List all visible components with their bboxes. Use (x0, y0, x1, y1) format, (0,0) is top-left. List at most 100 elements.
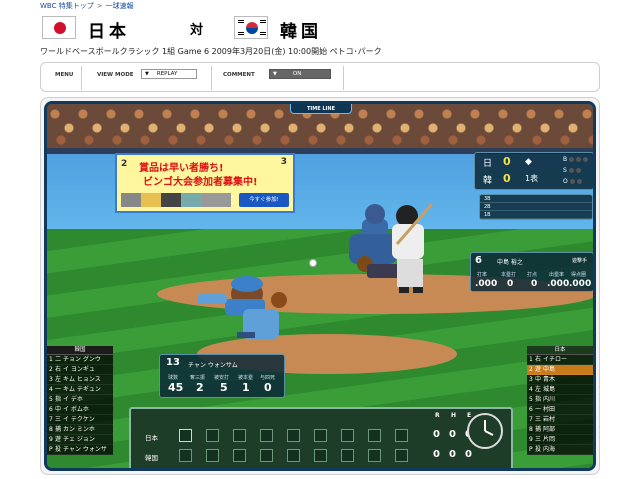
pitcher-stat-value: 2 (196, 381, 204, 394)
lineup-row: 3 左キム ヒョンス (47, 375, 113, 385)
lineup-name: イ ヨンギュ (63, 366, 95, 373)
breadcrumb-current: 一球速報 (105, 2, 134, 10)
lineup-name: カン ミンホ (63, 426, 95, 433)
batter-stat-value: .000 (475, 279, 498, 289)
pitcher-stat-label: 与四死 (260, 375, 276, 381)
away-team-name: 韓国 (280, 22, 322, 42)
inning-cell (341, 449, 354, 462)
lineup-row: 7三イ テクケン (47, 415, 113, 425)
japan-lineup-title: 日本 (527, 346, 593, 355)
japan-flag-icon (42, 16, 76, 39)
pitcher-stat-value: 5 (220, 381, 228, 394)
lineup-name: 内川 (543, 396, 556, 403)
inning-cell (341, 429, 354, 442)
lineup-row: 2 遊中島 (527, 365, 593, 375)
lineup-pos: 一 (535, 406, 542, 413)
lineup-name: 片岡 (543, 436, 556, 443)
breadcrumb: WBC 特集トップ > 一球速報 (40, 1, 134, 11)
home-runs-total: 0 (433, 429, 440, 440)
lineup-row: 8 捕阿部 (527, 425, 593, 435)
batter-position: 遊撃手 (571, 258, 587, 264)
lineup-name: イ デホ (63, 396, 83, 403)
lineup-name: 内海 (543, 446, 556, 453)
control-bar: MENU VIEW MODE ▼ REPLAY COMMENT ▼ ON (40, 62, 600, 92)
scoreboard-col-label: R (435, 412, 440, 419)
lineup-pos: 三 (535, 416, 542, 423)
lineup-row: 4 左城島 (527, 385, 593, 395)
lineup-name: チャン ウォンサ (63, 446, 107, 453)
batter-stat-value: .000 (547, 279, 570, 289)
lineup-name: 岩村 (543, 416, 556, 423)
scoreboard-col-label: H (451, 412, 457, 419)
inning-cell (314, 449, 327, 462)
pitcher-stat-label: 被安打 (214, 375, 230, 381)
away-hits-total: 0 (449, 449, 456, 460)
view-mode-label: VIEW MODE (97, 72, 134, 78)
batter-stat-label: 出塁率 (549, 272, 565, 278)
lineup-name: 村田 (543, 406, 556, 413)
lineup-name: 城島 (543, 386, 556, 393)
menu-button[interactable]: MENU (55, 72, 73, 78)
pitcher-name: チャン ウォンサム (188, 362, 238, 369)
lineup-row: 5指イ デホ (47, 395, 113, 405)
lineup-pos: 投 (535, 446, 542, 453)
lineup-pos: 指 (535, 396, 542, 403)
lineup-row: 8 捕カン ミンホ (47, 425, 113, 435)
inning-cell (368, 429, 381, 442)
divider (81, 66, 82, 90)
comment-label: COMMENT (223, 72, 255, 78)
view-mode-select[interactable]: ▼ REPLAY (141, 69, 197, 79)
inning-cell (233, 449, 246, 462)
lineup-row: 7 三岩村 (527, 415, 593, 425)
lineup-row: 5 指内川 (527, 395, 593, 405)
away-runs-total: 0 (433, 449, 440, 460)
batter-stat-label: 打率 (477, 272, 488, 278)
batter-stat-label: 本塁打 (501, 272, 517, 278)
dropdown-arrow-icon: ▼ (273, 71, 277, 77)
inning-cell (179, 429, 192, 442)
lineup-row: P 投チャン ウォンサ (47, 445, 113, 455)
lineup-name: キム ヒョンス (63, 376, 101, 383)
divider (343, 66, 344, 90)
inning-cell (233, 429, 246, 442)
inning-cell (206, 429, 219, 442)
away-errors-total: 0 (465, 449, 472, 460)
lineup-pos: 捕 (55, 426, 62, 433)
korea-lineup: 韓国 1 二チョン グンウ 2 右イ ヨンギュ 3 左キム ヒョンス 4 一キム テギュン 5 指… (47, 346, 113, 455)
lineup-name: イ ボムホ (63, 406, 89, 413)
batter-stat-label: 打点 (527, 272, 538, 278)
inning-cell (260, 449, 273, 462)
view-mode-value: REPLAY (156, 71, 178, 77)
lineup-row: 1 二チョン グンウ (47, 355, 113, 365)
lineup-name: イチロー (543, 356, 568, 363)
batter-stat-label: 得点圏 (571, 272, 587, 278)
vs-label: 対 (190, 23, 204, 38)
lineup-pos: 指 (55, 396, 62, 403)
pitcher-stat-value: 45 (168, 381, 184, 394)
pitcher-stat-label: 奪三振 (190, 375, 206, 381)
pitcher-number: 13 (166, 357, 180, 368)
lineup-row: 6中イ ボムホ (47, 405, 113, 415)
lineup-row: 4 一キム テギュン (47, 385, 113, 395)
lineup-name: チョン グンウ (63, 356, 101, 363)
inning-cell (287, 429, 300, 442)
batter-figure (392, 203, 434, 293)
batter-panel: 6 中島 裕之 遊撃手 打率 本塁打 打点 出塁率 得点圏 .000 0 0 .… (470, 252, 593, 292)
comment-toggle[interactable]: ▼ ON (269, 69, 331, 79)
batter-number: 6 (475, 255, 482, 266)
breadcrumb-home-link[interactable]: WBC 特集トップ (40, 2, 94, 10)
inning-cell (179, 449, 192, 462)
lineup-pos: 左 (55, 376, 62, 383)
inning-scoreboard: 日本 韓国 R H E 0 0 0 0 0 0 (129, 407, 513, 468)
inning-cell (395, 449, 408, 462)
lineup-pos: 三 (535, 436, 542, 443)
lineup-pos: 遊 (535, 366, 542, 373)
lineup-row: 9 三片岡 (527, 435, 593, 445)
pitcher-panel: 13 チャン ウォンサム 球数 奪三振 被安打 被本塁 与四死 45 2 5 1… (159, 354, 285, 398)
lineup-pos: 左 (535, 386, 542, 393)
lineup-pos: 中 (535, 376, 542, 383)
batter-stat-value: 0 (531, 279, 538, 289)
lineup-pos: 投 (55, 446, 62, 453)
lineup-name: イ テクケン (63, 416, 95, 423)
lineup-name: 青木 (543, 376, 556, 383)
